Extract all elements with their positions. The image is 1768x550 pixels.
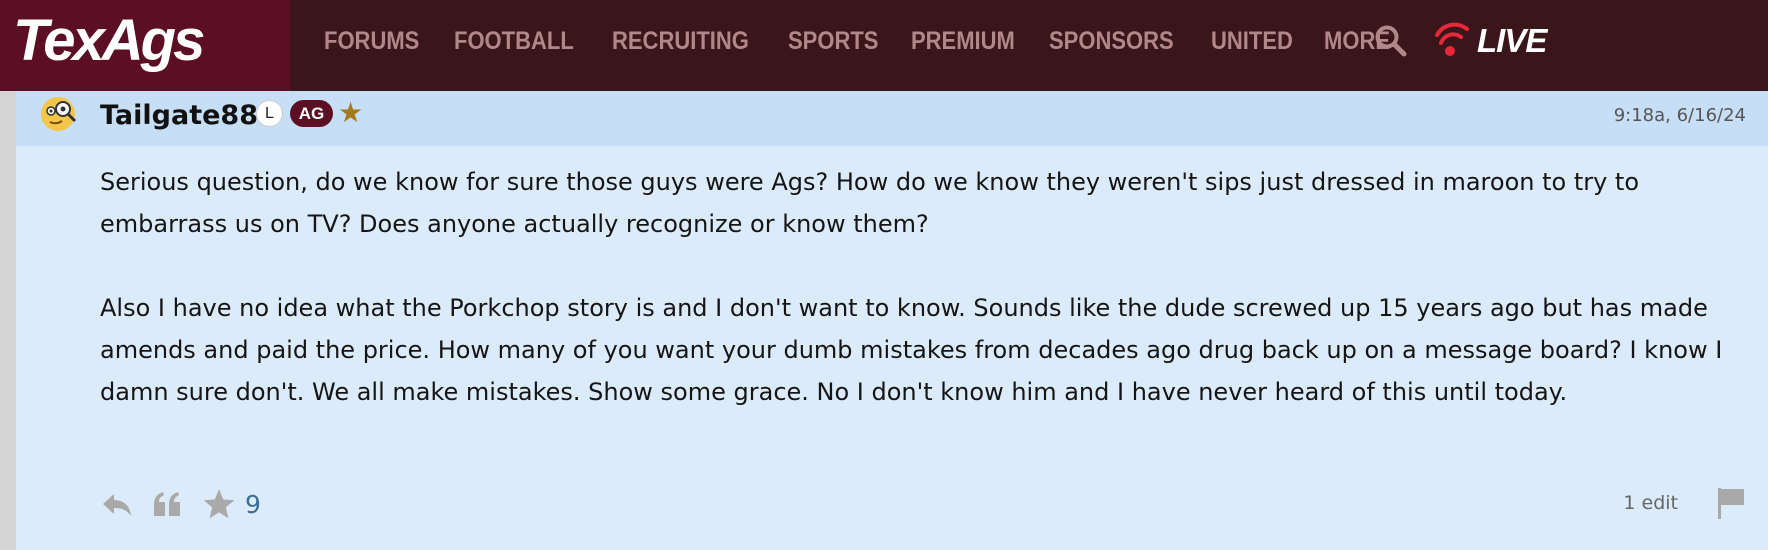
reply-icon[interactable] xyxy=(100,487,134,521)
post-actions: 9 xyxy=(100,484,261,524)
nav-forums[interactable]: FORUMS xyxy=(324,27,419,56)
nav-football[interactable]: FOOTBALL xyxy=(454,27,574,56)
level-badge: L xyxy=(256,100,283,127)
username[interactable]: Tailgate88 xyxy=(100,99,258,133)
post-paragraph: Also I have no idea what the Porkchop st… xyxy=(100,294,1723,406)
post-paragraph: Serious question, do we know for sure th… xyxy=(100,168,1640,238)
star-rating-icon[interactable] xyxy=(202,487,236,521)
main-nav: FORUMS FOOTBALL RECRUITING SPORTS PREMIU… xyxy=(324,0,1399,82)
logo-text: TexAgs xyxy=(13,8,205,73)
post-body: Serious question, do we know for sure th… xyxy=(100,161,1740,413)
top-navigation-bar: TexAgs FORUMS FOOTBALL RECRUITING SPORTS… xyxy=(0,0,1768,91)
search-icon[interactable] xyxy=(1373,23,1409,59)
forum-post: Tailgate88 L AG ★ 9:18a, 6/16/24 Serious… xyxy=(16,91,1768,550)
star-icon: ★ xyxy=(338,96,364,129)
live-label: LIVE xyxy=(1477,22,1547,59)
live-button[interactable]: LIVE xyxy=(1433,17,1547,65)
post-timestamp[interactable]: 9:18a, 6/16/24 xyxy=(1614,104,1746,128)
flag-icon[interactable] xyxy=(1716,486,1746,520)
nav-united[interactable]: UNITED xyxy=(1211,27,1293,56)
star-count[interactable]: 9 xyxy=(245,490,261,519)
wifi-broadcast-icon xyxy=(1435,22,1469,56)
quote-icon[interactable] xyxy=(151,487,185,521)
edit-count[interactable]: 1 edit xyxy=(1623,492,1678,514)
site-logo[interactable]: TexAgs xyxy=(0,0,290,91)
nav-premium[interactable]: PREMIUM xyxy=(911,27,1015,56)
nav-recruiting[interactable]: RECRUITING xyxy=(612,27,749,56)
nav-sports[interactable]: SPORTS xyxy=(788,27,878,56)
avatar[interactable] xyxy=(39,93,79,133)
ag-badge: AG xyxy=(290,100,333,127)
post-header: Tailgate88 L AG ★ 9:18a, 6/16/24 xyxy=(16,91,1768,146)
nav-sponsors[interactable]: SPONSORS xyxy=(1049,27,1174,56)
